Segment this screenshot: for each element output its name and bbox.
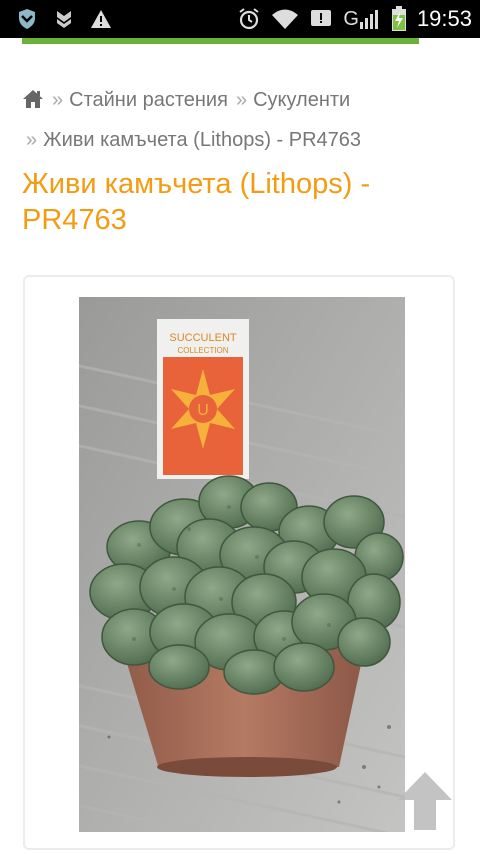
warning-icon	[90, 9, 112, 29]
page-progress-bar	[0, 38, 480, 44]
breadcrumb-separator: »	[26, 129, 38, 151]
scroll-to-top-button[interactable]	[396, 770, 454, 832]
shield-icon	[16, 8, 38, 30]
battery-charging-icon	[391, 6, 407, 32]
product-image-card: SUCCULENT COLLECTION U	[23, 275, 455, 850]
breadcrumb-separator: »	[52, 89, 64, 111]
breadcrumb-separator: »	[235, 89, 248, 111]
breadcrumb: » Стайни растения» Сукуленти» Живи камъчета…	[22, 82, 452, 159]
tag-emblem-letter: U	[197, 402, 209, 419]
double-chevron-icon	[54, 9, 74, 29]
tag-line2: COLLECTION	[177, 346, 228, 355]
notification-icon	[309, 8, 333, 30]
alarm-icon	[237, 7, 261, 31]
breadcrumb-item-succulents[interactable]: Сукуленти	[253, 89, 350, 111]
clock: 19:53	[416, 6, 472, 31]
page-progress-fill	[22, 38, 419, 44]
status-bar: G 19:53	[0, 0, 480, 38]
tag-line1: SUCCULENT	[169, 332, 237, 344]
product-image[interactable]: SUCCULENT COLLECTION U	[79, 297, 405, 832]
home-icon[interactable]	[22, 85, 44, 122]
page-title: Живи камъчета (Lithops) - PR4763	[22, 168, 371, 236]
arrow-up-icon	[398, 772, 452, 830]
cell-signal-icon: G	[343, 8, 381, 31]
breadcrumb-item-current: Живи камъчета (Lithops) - PR4763	[43, 129, 362, 151]
breadcrumb-item-houseplants[interactable]: Стайни растения	[69, 89, 228, 111]
wifi-icon	[271, 8, 299, 30]
